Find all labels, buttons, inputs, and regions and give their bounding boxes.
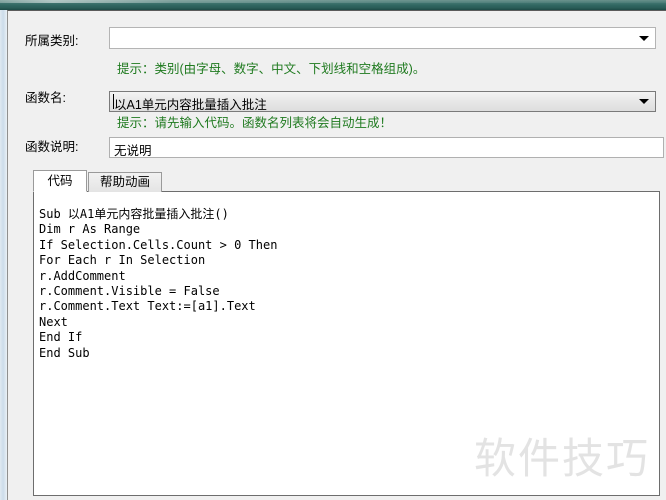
function-desc-input-value: 无说明 [114, 144, 152, 158]
chevron-down-icon [639, 35, 649, 41]
window-titlebar-strip [0, 0, 666, 10]
tab-help-animation[interactable]: 帮助动画 [88, 172, 162, 192]
category-label: 所属类别: [25, 34, 79, 48]
category-hint: 提示：类别(由字母、数字、中文、下划线和空格组成)。 [117, 62, 426, 76]
chevron-down-icon [639, 99, 649, 104]
function-name-dropdown-button[interactable] [635, 92, 653, 111]
left-edge-gutter [0, 10, 7, 500]
function-name-label: 函数名: [25, 91, 66, 105]
category-dropdown-button[interactable] [635, 28, 653, 48]
titlebar-highlight [0, 0, 666, 3]
tab-code[interactable]: 代码 [33, 170, 87, 192]
code-editor-text: Sub 以A1单元内容批量插入批注() Dim r As Range If Se… [39, 207, 278, 360]
function-name-hint: 提示：请先输入代码。函数名列表将会自动生成！ [117, 116, 393, 130]
function-name-combobox-value: 以A1单元内容批量插入批注 [114, 98, 267, 112]
function-desc-input[interactable]: 无说明 [109, 137, 664, 158]
category-combobox[interactable] [109, 27, 656, 49]
function-name-combobox[interactable]: 以A1单元内容批量插入批注 [109, 91, 656, 112]
watermark: 软件技巧 [473, 434, 650, 483]
function-desc-label: 函数说明: [25, 140, 79, 154]
